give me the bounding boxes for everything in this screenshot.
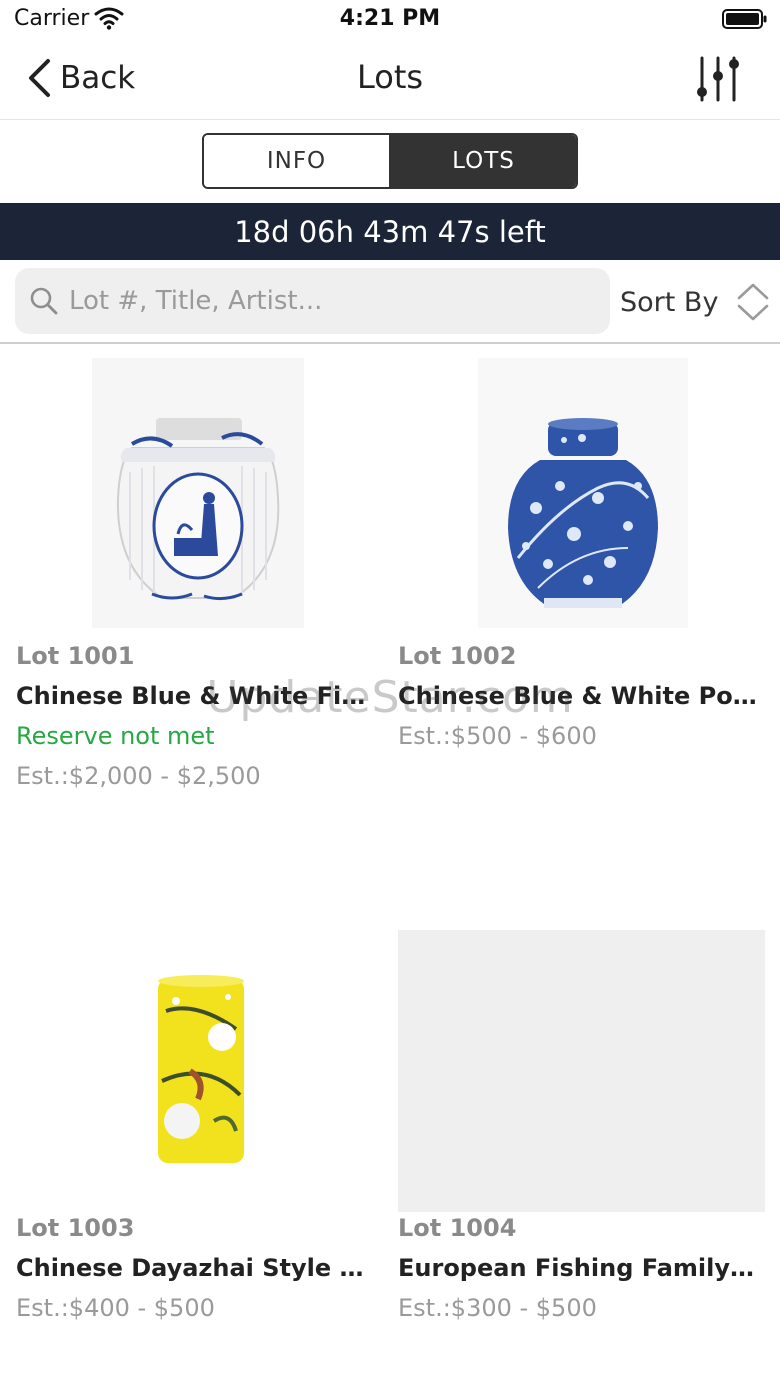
search-input[interactable] [69, 286, 589, 316]
image-placeholder [398, 930, 765, 1212]
ginger-jar-image [478, 358, 688, 628]
lot-title: European Fishing Family M... [398, 1254, 760, 1282]
lot-image [16, 930, 386, 1212]
back-label: Back [60, 60, 136, 96]
tab-lots[interactable]: LOTS [391, 135, 576, 187]
lot-card[interactable]: Lot 1001 Chinese Blue & White Figure... … [16, 358, 386, 808]
reserve-status: Reserve not met [16, 722, 215, 750]
tab-info[interactable]: INFO [204, 135, 391, 187]
lot-estimate: Est.:$500 - $600 [398, 722, 597, 750]
blue-white-jar-image [92, 358, 304, 628]
yellow-brush-pot-image [158, 975, 244, 1163]
lot-number: Lot 1002 [398, 642, 517, 670]
lot-card[interactable]: Lot 1002 Chinese Blue & White Porc... Es… [398, 358, 768, 768]
lot-number: Lot 1001 [16, 642, 135, 670]
lot-estimate: Est.:$400 - $500 [16, 1294, 215, 1322]
lot-image [478, 358, 688, 628]
search-field[interactable] [15, 268, 610, 334]
lot-title: Chinese Blue & White Porc... [398, 682, 760, 710]
lot-title: Chinese Dayazhai Style Bru... [16, 1254, 378, 1282]
navigation-bar: Back Lots [0, 40, 780, 120]
lot-image [92, 358, 304, 628]
back-button[interactable]: Back [26, 56, 135, 100]
sort-chevrons-icon [738, 283, 769, 321]
info-lots-segmented-control: INFO LOTS [202, 133, 578, 189]
sliders-icon[interactable] [694, 54, 744, 104]
lot-title: Chinese Blue & White Figure... [16, 682, 378, 710]
lot-number: Lot 1004 [398, 1214, 517, 1242]
clock: 4:21 PM [339, 6, 441, 31]
chevron-left-icon [29, 59, 50, 97]
battery-icon [722, 9, 767, 29]
sort-by-button[interactable]: Sort By [620, 280, 770, 324]
lot-estimate: Est.:$300 - $500 [398, 1294, 597, 1322]
sort-by-label: Sort By [620, 286, 719, 318]
search-icon [30, 287, 58, 315]
lot-number: Lot 1003 [16, 1214, 135, 1242]
divider [0, 342, 780, 344]
time-left-banner: 18d 06h 43m 47s left [0, 203, 780, 260]
lot-estimate: Est.:$2,000 - $2,500 [16, 762, 261, 790]
lot-card[interactable]: Lot 1003 Chinese Dayazhai Style Bru... E… [16, 930, 386, 1330]
status-bar: Carrier 4:21 PM [0, 0, 780, 40]
lot-card[interactable]: Lot 1004 European Fishing Family M... Es… [398, 930, 768, 1330]
